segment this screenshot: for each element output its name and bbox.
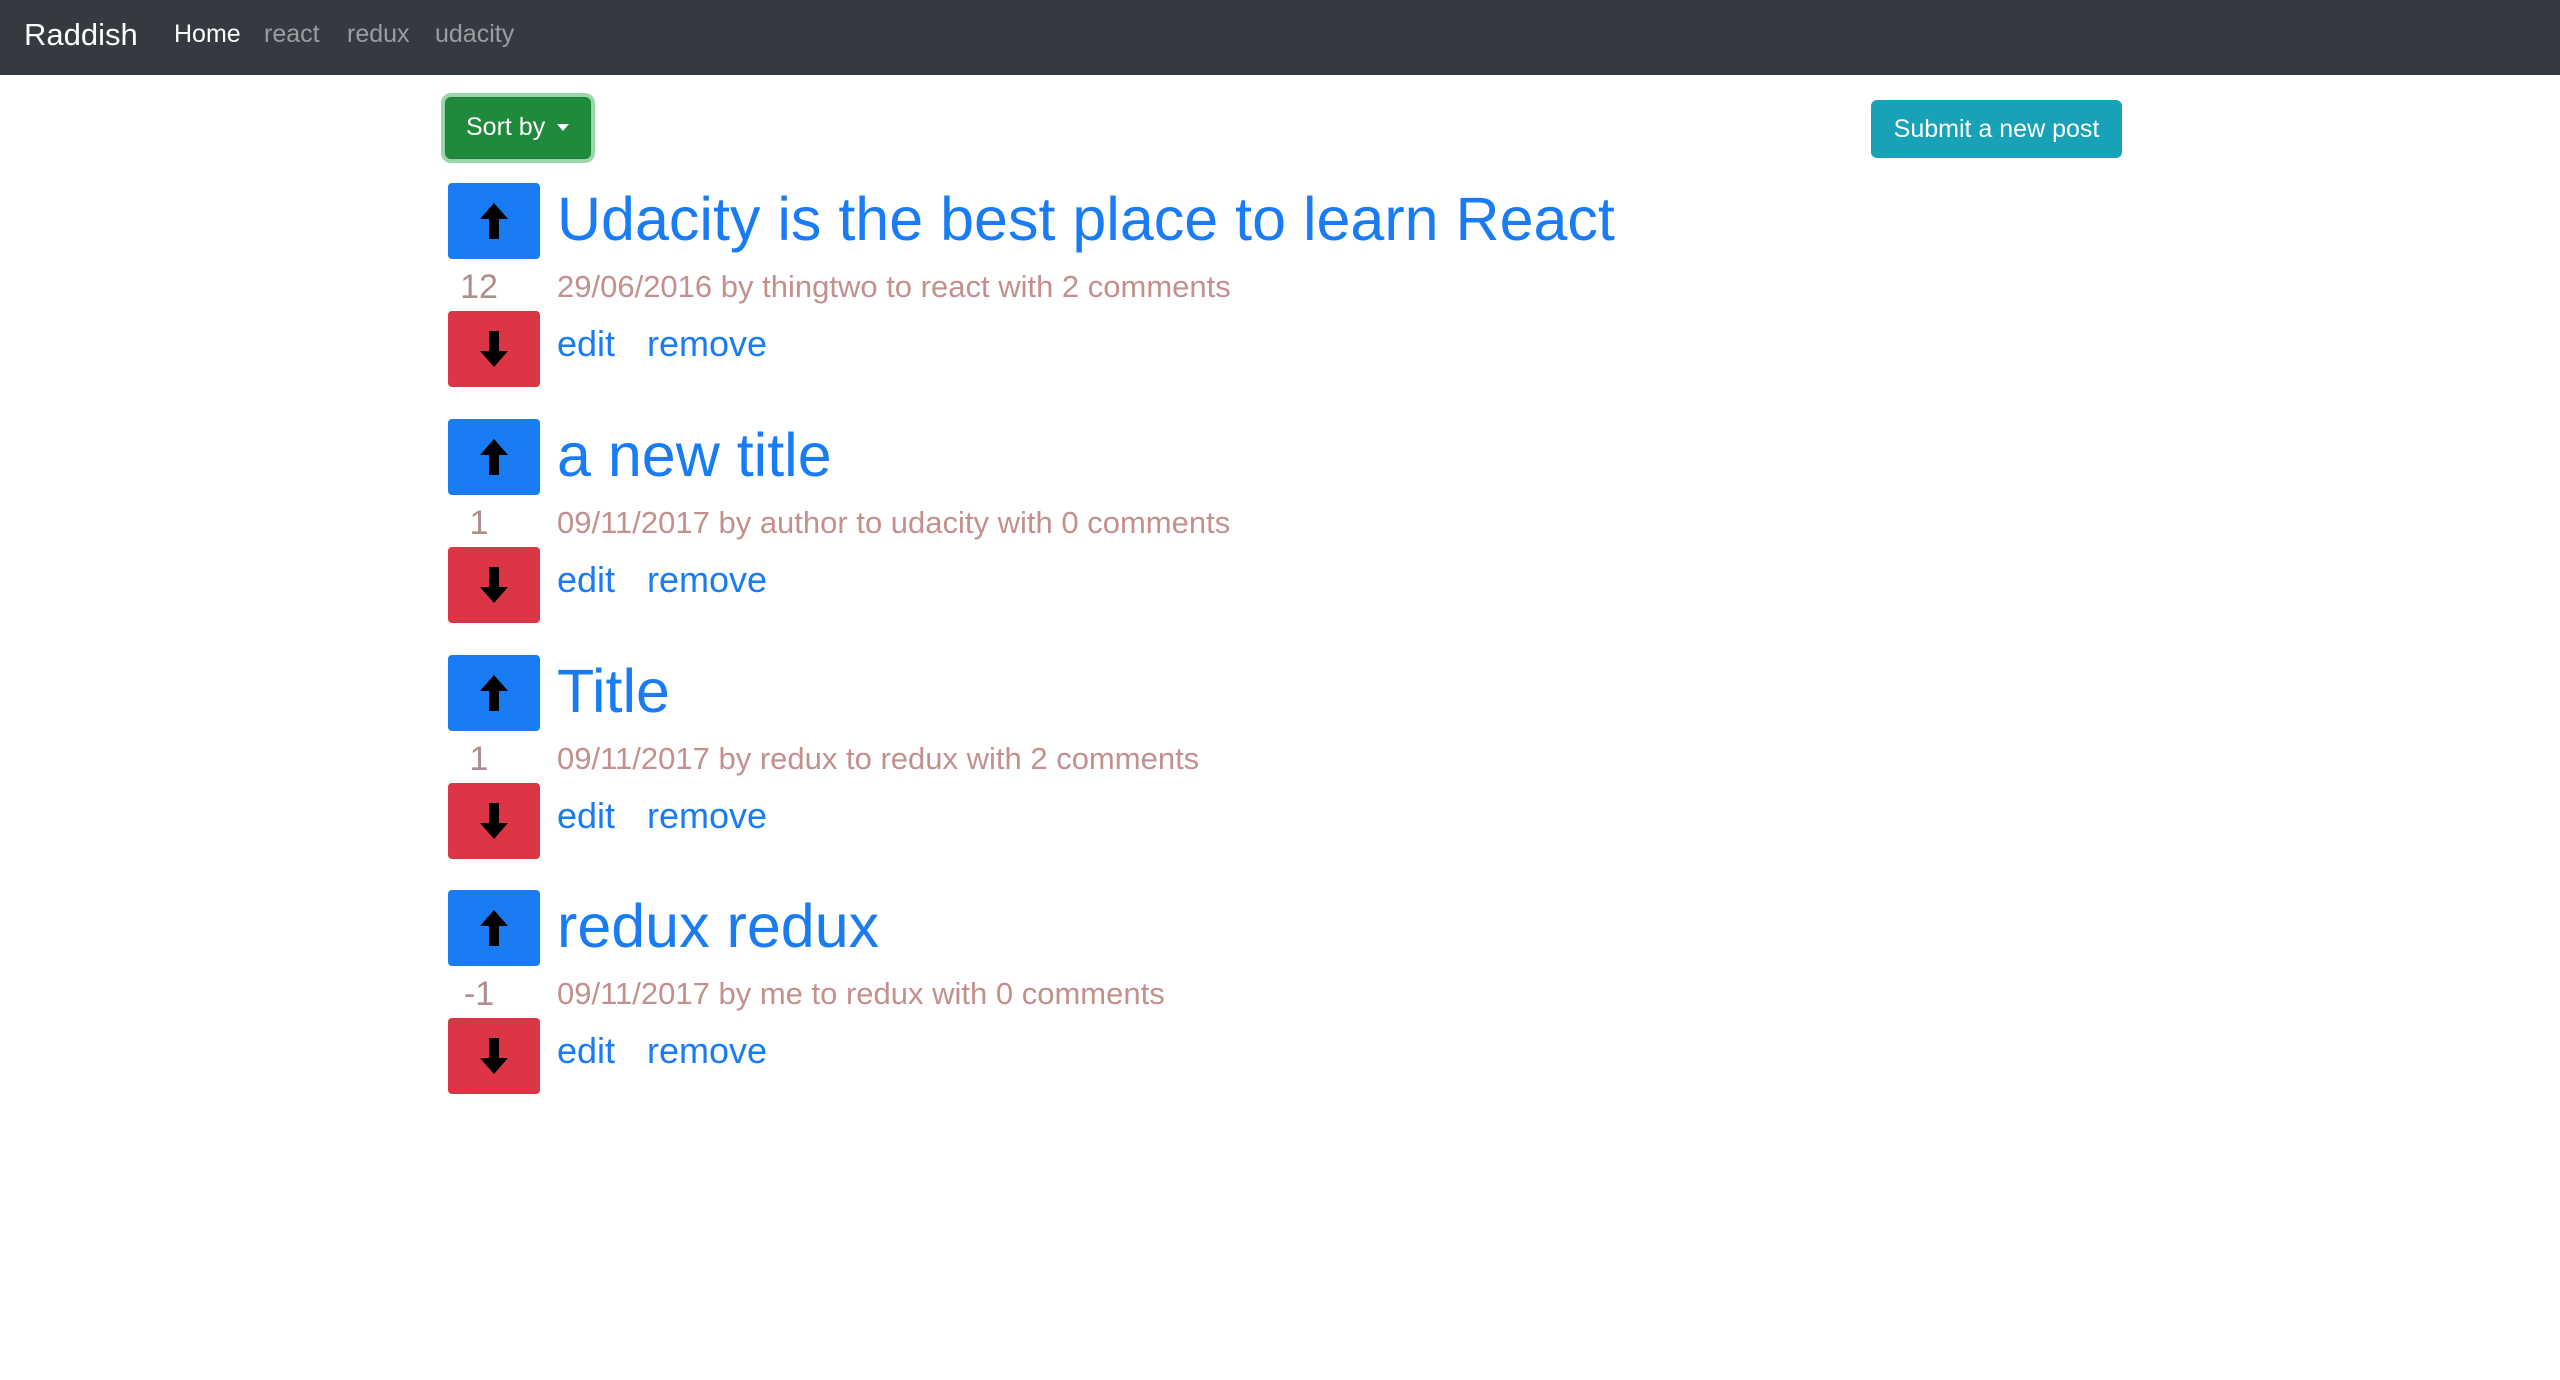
brand-link[interactable]: Raddish — [24, 15, 138, 55]
post-title-link[interactable]: redux redux — [557, 887, 879, 965]
arrow-up-icon — [480, 675, 508, 711]
upvote-button[interactable] — [448, 655, 540, 731]
post-item: -1 redux redux 09/11/2017 by me to redux… — [448, 890, 2148, 1098]
post-item: 12 Udacity is the best place to learn Re… — [448, 183, 2148, 391]
remove-link[interactable]: remove — [647, 321, 767, 367]
downvote-button[interactable] — [448, 783, 540, 859]
post-meta: 09/11/2017 by redux to redux with 2 comm… — [557, 741, 1200, 776]
remove-link[interactable]: remove — [647, 793, 767, 839]
remove-link[interactable]: remove — [647, 557, 767, 603]
arrow-down-icon — [480, 1038, 508, 1074]
nav-link-udacity[interactable]: udacity — [435, 18, 514, 50]
arrow-up-icon — [480, 439, 508, 475]
edit-link[interactable]: edit — [557, 793, 615, 839]
upvote-button[interactable] — [448, 890, 540, 966]
arrow-up-icon — [480, 910, 508, 946]
downvote-button[interactable] — [448, 1018, 540, 1094]
post-title-link[interactable]: Udacity is the best place to learn React — [557, 180, 1615, 258]
edit-link[interactable]: edit — [557, 321, 615, 367]
post-meta: 29/06/2016 by thingtwo to react with 2 c… — [557, 269, 1231, 304]
post-title-link[interactable]: Title — [557, 652, 670, 730]
submit-new-post-button[interactable]: Submit a new post — [1871, 100, 2122, 158]
post-item: 1 Title 09/11/2017 by redux to redux wit… — [448, 655, 2148, 863]
nav-link-redux[interactable]: redux — [347, 18, 410, 50]
remove-link[interactable]: remove — [647, 1028, 767, 1074]
post-item: 1 a new title 09/11/2017 by author to ud… — [448, 419, 2148, 627]
sort-by-label: Sort by — [466, 113, 546, 141]
arrow-up-icon — [480, 203, 508, 239]
caret-down-icon — [557, 124, 569, 131]
arrow-down-icon — [480, 331, 508, 367]
vote-score: 12 — [460, 268, 498, 306]
top-navbar: Raddish Home react redux udacity — [0, 0, 2560, 75]
upvote-button[interactable] — [448, 183, 540, 259]
arrow-down-icon — [480, 803, 508, 839]
edit-link[interactable]: edit — [557, 1028, 615, 1074]
post-meta: 09/11/2017 by me to redux with 0 comment… — [557, 976, 1165, 1011]
sort-by-dropdown-button[interactable]: Sort by — [445, 97, 591, 159]
nav-link-home[interactable]: Home — [174, 18, 241, 50]
post-meta: 09/11/2017 by author to udacity with 0 c… — [557, 505, 1231, 540]
downvote-button[interactable] — [448, 547, 540, 623]
edit-link[interactable]: edit — [557, 557, 615, 603]
upvote-button[interactable] — [448, 419, 540, 495]
arrow-down-icon — [480, 567, 508, 603]
vote-score: -1 — [463, 975, 495, 1013]
downvote-button[interactable] — [448, 311, 540, 387]
nav-link-react[interactable]: react — [264, 18, 320, 50]
post-title-link[interactable]: a new title — [557, 416, 832, 494]
vote-score: 1 — [469, 740, 489, 778]
vote-score: 1 — [469, 504, 489, 542]
